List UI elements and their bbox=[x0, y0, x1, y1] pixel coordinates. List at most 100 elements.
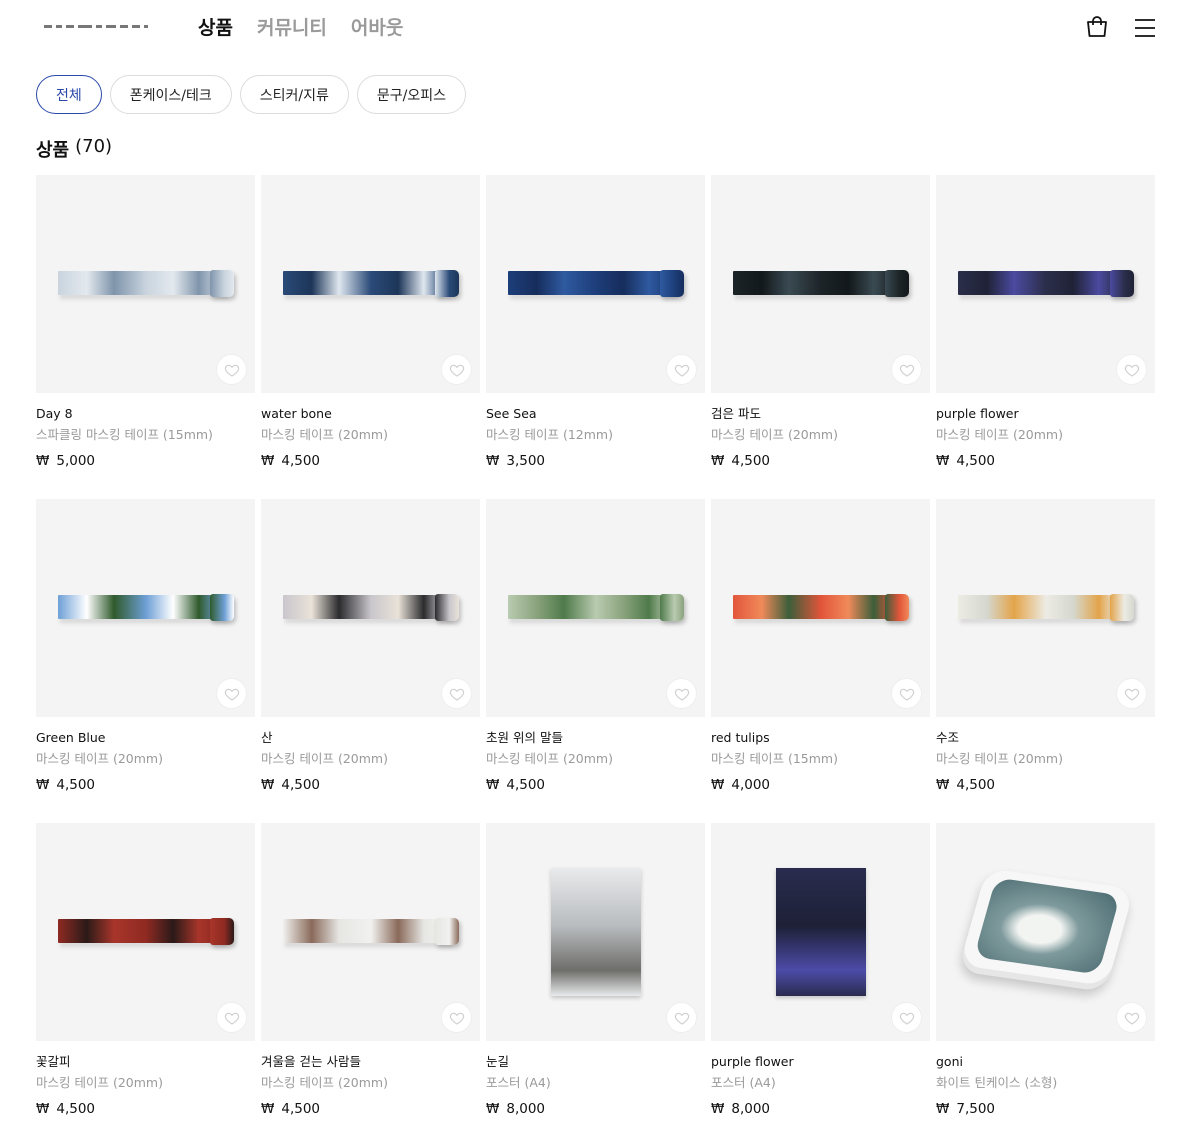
product-image[interactable] bbox=[486, 175, 705, 393]
product-card[interactable]: red tulips 마스킹 테이프 (15mm) ₩4,000 bbox=[711, 499, 930, 823]
wishlist-button[interactable] bbox=[1117, 1003, 1146, 1032]
product-image[interactable] bbox=[36, 823, 255, 1041]
tin-case-graphic bbox=[957, 867, 1135, 993]
wishlist-button[interactable] bbox=[1117, 679, 1146, 708]
product-price: ₩8,000 bbox=[486, 1101, 705, 1117]
shopping-bag-icon[interactable] bbox=[1085, 15, 1109, 39]
product-name[interactable]: 검은 파도 bbox=[711, 406, 930, 421]
heart-icon bbox=[1124, 1012, 1139, 1025]
product-card[interactable]: water bone 마스킹 테이프 (20mm) ₩4,500 bbox=[261, 175, 480, 499]
product-name[interactable]: 눈길 bbox=[486, 1054, 705, 1069]
wishlist-button[interactable] bbox=[442, 1003, 471, 1032]
product-card[interactable]: 검은 파도 마스킹 테이프 (20mm) ₩4,500 bbox=[711, 175, 930, 499]
tape-graphic bbox=[733, 270, 909, 299]
product-subtitle: 마스킹 테이프 (20mm) bbox=[486, 751, 613, 766]
wishlist-button[interactable] bbox=[217, 1003, 246, 1032]
product-price: ₩4,500 bbox=[711, 453, 930, 469]
product-name[interactable]: 수조 bbox=[936, 730, 1155, 745]
product-card[interactable]: 초원 위의 말들 마스킹 테이프 (20mm) ₩4,500 bbox=[486, 499, 705, 823]
wishlist-button[interactable] bbox=[892, 355, 921, 384]
product-card[interactable]: 겨울을 걷는 사람들 마스킹 테이프 (20mm) ₩4,500 bbox=[261, 823, 480, 1137]
product-card[interactable]: 수조 마스킹 테이프 (20mm) ₩4,500 bbox=[936, 499, 1155, 823]
wishlist-button[interactable] bbox=[667, 1003, 696, 1032]
product-card[interactable]: goni 화이트 틴케이스 (소형) ₩7,500 bbox=[936, 823, 1155, 1137]
product-image[interactable] bbox=[936, 175, 1155, 393]
nav-item-about[interactable]: 어바웃 bbox=[351, 14, 403, 42]
product-image[interactable] bbox=[936, 823, 1155, 1041]
tape-graphic bbox=[58, 270, 234, 299]
poster-graphic bbox=[776, 868, 866, 996]
product-image[interactable] bbox=[261, 499, 480, 717]
product-price: ₩4,500 bbox=[936, 453, 1155, 469]
product-image[interactable] bbox=[261, 175, 480, 393]
product-price: ₩4,000 bbox=[711, 777, 930, 793]
product-name[interactable]: 초원 위의 말들 bbox=[486, 730, 705, 745]
wishlist-button[interactable] bbox=[442, 679, 471, 708]
product-image[interactable] bbox=[36, 499, 255, 717]
wishlist-button[interactable] bbox=[1117, 355, 1146, 384]
product-name[interactable]: 겨울을 걷는 사람들 bbox=[261, 1054, 480, 1069]
brand-logo[interactable] bbox=[44, 22, 152, 30]
nav-item-community[interactable]: 커뮤니티 bbox=[257, 14, 327, 42]
tape-graphic bbox=[958, 270, 1134, 299]
hamburger-menu-icon[interactable] bbox=[1134, 18, 1156, 38]
product-image[interactable] bbox=[486, 499, 705, 717]
product-name[interactable]: goni bbox=[936, 1054, 1155, 1069]
filter-chip-stationery-office[interactable]: 문구/오피스 bbox=[356, 75, 467, 114]
filter-chip-sticker-paper[interactable]: 스티커/지류 bbox=[239, 75, 349, 114]
product-image[interactable] bbox=[711, 499, 930, 717]
product-name[interactable]: red tulips bbox=[711, 730, 930, 745]
tape-graphic bbox=[508, 270, 684, 299]
price-value: 4,500 bbox=[281, 453, 321, 469]
product-name[interactable]: 꽃갈피 bbox=[36, 1054, 255, 1069]
wishlist-button[interactable] bbox=[667, 679, 696, 708]
nav-item-products[interactable]: 상품 bbox=[198, 14, 233, 42]
product-image[interactable] bbox=[261, 823, 480, 1041]
product-image[interactable] bbox=[711, 823, 930, 1041]
price-value: 3,500 bbox=[506, 453, 546, 469]
product-name[interactable]: purple flower bbox=[711, 1054, 930, 1069]
product-image[interactable] bbox=[711, 175, 930, 393]
product-name[interactable]: See Sea bbox=[486, 406, 705, 421]
filter-chip-all[interactable]: 전체 bbox=[36, 75, 102, 114]
tape-graphic bbox=[958, 594, 1134, 623]
product-card[interactable]: 눈길 포스터 (A4) ₩8,000 bbox=[486, 823, 705, 1137]
product-card[interactable]: 꽃갈피 마스킹 테이프 (20mm) ₩4,500 bbox=[36, 823, 255, 1137]
product-name[interactable]: Day 8 bbox=[36, 406, 255, 421]
product-card[interactable]: purple flower 포스터 (A4) ₩8,000 bbox=[711, 823, 930, 1137]
product-price: ₩5,000 bbox=[36, 453, 255, 469]
product-subtitle: 마스킹 테이프 (15mm) bbox=[711, 751, 838, 766]
product-image[interactable] bbox=[36, 175, 255, 393]
product-image[interactable] bbox=[936, 499, 1155, 717]
heart-icon bbox=[899, 688, 914, 701]
section-title-text: 상품 bbox=[36, 140, 70, 161]
product-subtitle: 마스킹 테이프 (20mm) bbox=[36, 1075, 163, 1090]
heart-icon bbox=[899, 1012, 914, 1025]
poster-graphic bbox=[551, 868, 641, 996]
wishlist-button[interactable] bbox=[217, 355, 246, 384]
product-card[interactable]: Green Blue 마스킹 테이프 (20mm) ₩4,500 bbox=[36, 499, 255, 823]
product-card[interactable]: Day 8 스파클링 마스킹 테이프 (15mm) ₩5,000 bbox=[36, 175, 255, 499]
tape-graphic bbox=[58, 594, 234, 623]
product-card[interactable]: purple flower 마스킹 테이프 (20mm) ₩4,500 bbox=[936, 175, 1155, 499]
wishlist-button[interactable] bbox=[217, 679, 246, 708]
wishlist-button[interactable] bbox=[442, 355, 471, 384]
product-name[interactable]: water bone bbox=[261, 406, 480, 421]
product-price: ₩4,500 bbox=[261, 777, 480, 793]
product-subtitle: 포스터 (A4) bbox=[711, 1075, 776, 1090]
wishlist-button[interactable] bbox=[892, 679, 921, 708]
product-card[interactable]: 산 마스킹 테이프 (20mm) ₩4,500 bbox=[261, 499, 480, 823]
wishlist-button[interactable] bbox=[667, 355, 696, 384]
product-card[interactable]: See Sea 마스킹 테이프 (12mm) ₩3,500 bbox=[486, 175, 705, 499]
price-value: 8,000 bbox=[731, 1101, 771, 1117]
wishlist-button[interactable] bbox=[892, 1003, 921, 1032]
filter-chip-phonecase-tech[interactable]: 폰케이스/테크 bbox=[109, 75, 232, 114]
product-name[interactable]: Green Blue bbox=[36, 730, 255, 745]
product-image[interactable] bbox=[486, 823, 705, 1041]
price-value: 4,500 bbox=[506, 777, 546, 793]
product-name[interactable]: 산 bbox=[261, 730, 480, 745]
product-name[interactable]: purple flower bbox=[936, 406, 1155, 421]
product-subtitle: 마스킹 테이프 (20mm) bbox=[261, 1075, 388, 1090]
price-value: 4,500 bbox=[281, 1101, 321, 1117]
tape-graphic bbox=[283, 594, 459, 623]
